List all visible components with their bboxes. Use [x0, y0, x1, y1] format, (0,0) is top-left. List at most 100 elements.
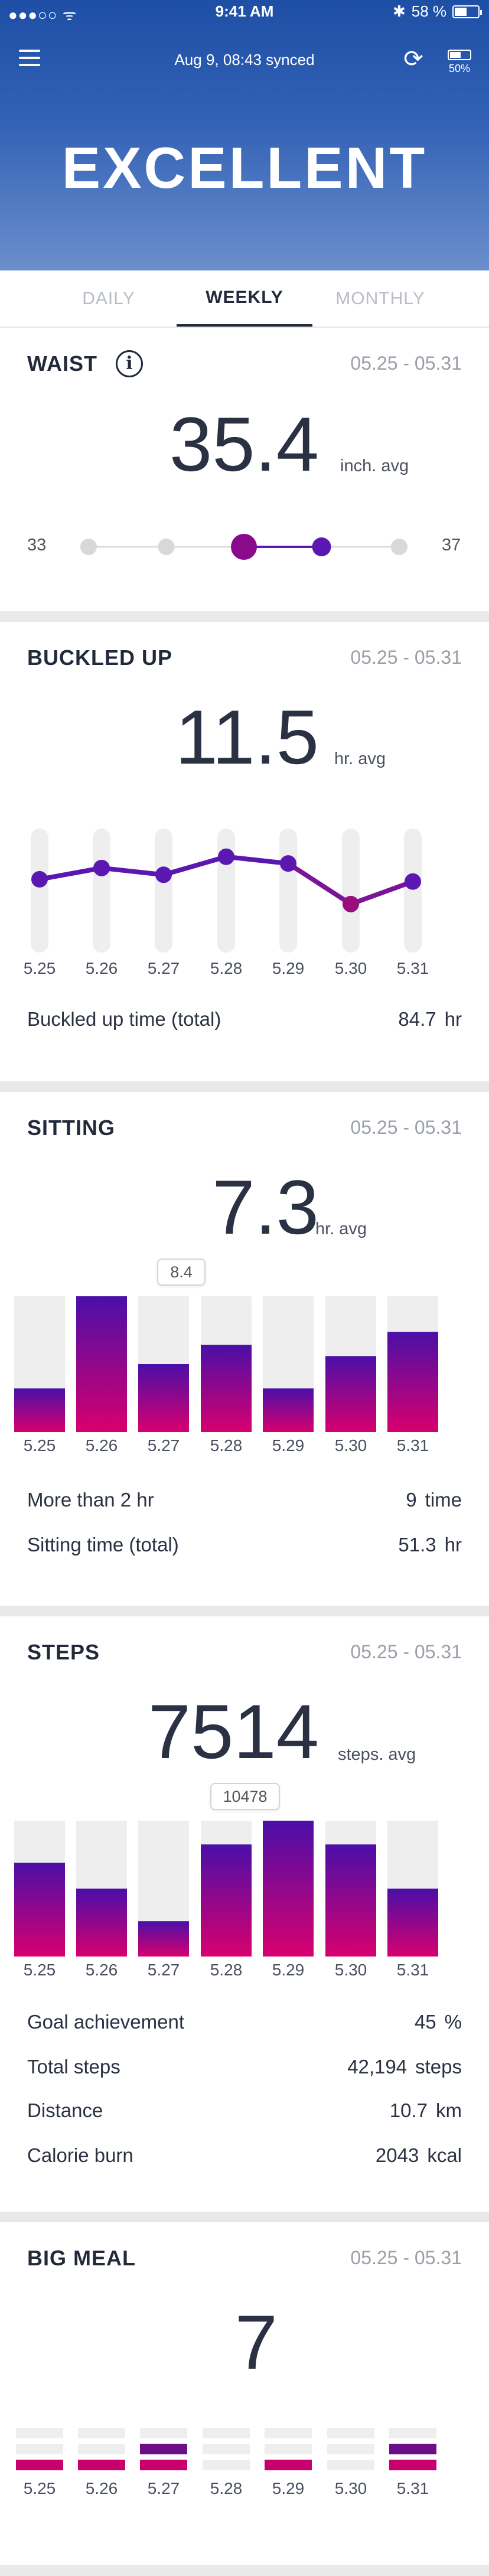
steps-bar-4 [263, 1821, 314, 1957]
bigmeal-x-label-5: 5.30 [335, 2479, 367, 2497]
steps-calorie-label: Calorie burn [27, 2144, 133, 2166]
steps-card[interactable]: STEPS 05.25 - 05.31 7514 steps. avg 1047… [0, 1616, 489, 2212]
period-tabs: DAILY WEEKLY MONTHLY [0, 270, 489, 327]
buckled-card[interactable]: BUCKLED UP 05.25 - 05.31 11.5 hr. avg 5.… [0, 622, 489, 1081]
steps-bar-2 [138, 1921, 189, 1957]
buckled-point-0 [31, 870, 48, 888]
steps-bar-1 [76, 1889, 127, 1957]
status-bar: ●●●○○ ᯤ 9:41 AM ✱ 58 % [0, 0, 489, 24]
tab-weekly[interactable]: WEEKLY [177, 270, 312, 327]
steps-total-value: 42,194 [347, 2056, 407, 2078]
buckled-x-label-5: 5.30 [335, 959, 367, 977]
buckled-x-label-1: 5.26 [86, 959, 118, 977]
waist-dot-1 [158, 539, 175, 555]
tab-monthly[interactable]: MONTHLY [312, 270, 448, 327]
steps-x-label-0: 5.25 [24, 1961, 56, 1979]
buckled-point-6 [405, 873, 421, 890]
waist-current-dot [231, 534, 257, 560]
bigmeal-x-label-4: 5.29 [272, 2479, 305, 2497]
waist-card[interactable]: WAIST i 05.25 - 05.31 35.4 inch. avg 33 … [0, 328, 489, 611]
bigmeal-card[interactable]: BIG MEAL 05.25 - 05.31 7 5.25 5.26 5.27 5.2… [0, 2222, 489, 2565]
summary-header: ●●●○○ ᯤ 9:41 AM ✱ 58 % Aug 9, 08:43 sync… [0, 0, 489, 270]
device-battery-icon [448, 50, 471, 60]
steps-x-label-5: 5.30 [335, 1961, 367, 1979]
buckled-point-3 [218, 848, 234, 865]
bigmeal-bar-chart: 5.25 5.26 5.27 5.28 5.29 5.30 5.31 [16, 2428, 436, 2497]
sitting-more-unit: time [425, 1489, 462, 1511]
buckled-line-segment-4 [286, 861, 353, 907]
buckled-point-5 [343, 895, 359, 912]
buckled-line-segment-2 [161, 854, 229, 878]
bigmeal-slot-2-2 [140, 2428, 187, 2438]
buckled-track-0 [31, 829, 48, 953]
steps-x-label-3: 5.28 [210, 1961, 243, 1979]
bigmeal-slot-3-1 [203, 2444, 250, 2454]
bigmeal-slot-1-1 [78, 2444, 125, 2454]
sitting-x-label-4: 5.29 [272, 1436, 305, 1455]
tab-daily[interactable]: DAILY [41, 270, 177, 327]
buckled-track-3 [217, 829, 235, 953]
bigmeal-slot-1-2 [78, 2428, 125, 2438]
device-battery-percent: 50% [448, 63, 471, 74]
sitting-total-unit: hr [444, 1534, 462, 1556]
bigmeal-slot-6-0 [389, 2460, 436, 2470]
buckled-x-label-6: 5.31 [397, 959, 429, 977]
steps-x-label-1: 5.26 [86, 1961, 118, 1979]
sitting-more-label: More than 2 hr [27, 1489, 154, 1511]
steps-goal-row: Goal achievement 45% [27, 2011, 462, 2034]
sitting-total-label: Sitting time (total) [27, 1534, 179, 1556]
steps-distance-label: Distance [27, 2099, 103, 2121]
battery-icon [452, 5, 482, 18]
bluetooth-icon: ✱ [392, 2, 406, 20]
battery-percent: 58 % [411, 2, 446, 20]
steps-distance-value: 10.7 [389, 2099, 428, 2121]
steps-bar-0 [14, 1863, 65, 1957]
steps-total-unit: steps [415, 2056, 462, 2078]
sitting-x-label-5: 5.30 [335, 1436, 367, 1455]
bigmeal-slot-1-0 [78, 2460, 125, 2470]
bigmeal-slot-2-1 [140, 2444, 187, 2454]
buckled-x-label-2: 5.27 [148, 959, 180, 977]
steps-calorie-unit: kcal [427, 2144, 462, 2166]
bigmeal-slot-3-2 [203, 2428, 250, 2438]
steps-x-label-4: 5.29 [272, 1961, 305, 1979]
buckled-total-unit: hr [444, 1008, 462, 1030]
buckled-track-5 [342, 829, 360, 953]
buckled-line-segment-3 [224, 854, 291, 866]
sitting-bar-5 [325, 1356, 376, 1432]
waist-dot-0 [80, 539, 97, 555]
sitting-x-label-2: 5.27 [148, 1436, 180, 1455]
steps-x-label-6: 5.31 [397, 1961, 429, 1979]
sitting-bar-0 [14, 1388, 65, 1432]
steps-calorie-value: 2043 [375, 2144, 419, 2166]
steps-x-label-2: 5.27 [148, 1961, 180, 1979]
buckled-track-6 [404, 829, 422, 953]
status-right: ✱ 58 % [392, 2, 482, 21]
waist-dot-4 [391, 539, 407, 555]
refresh-icon[interactable]: ⟳ [402, 47, 425, 71]
sitting-bar-chart: 5.25 5.26 5.27 5.28 5.29 5.30 5.31 [14, 1296, 438, 1455]
buckled-point-1 [93, 859, 110, 876]
bigmeal-x-label-0: 5.25 [24, 2479, 56, 2497]
steps-goal-unit: % [444, 2011, 462, 2033]
device-battery[interactable]: 50% [446, 50, 472, 75]
bigmeal-slot-0-0 [16, 2460, 63, 2470]
overall-status: EXCELLENT [61, 135, 428, 200]
sitting-bar-3 [201, 1345, 252, 1432]
buckled-line-segment-1 [99, 865, 166, 878]
sitting-card[interactable]: SITTING 05.25 - 05.31 7.3 hr. avg 8.4 5.… [0, 1092, 489, 1606]
bigmeal-slot-6-1 [389, 2444, 436, 2454]
sitting-more-value: 9 [406, 1489, 417, 1511]
buckled-line-segment-0 [37, 865, 104, 882]
bigmeal-x-label-6: 5.31 [397, 2479, 429, 2497]
sitting-more-row: More than 2 hr 9 time [27, 1489, 462, 1512]
bigmeal-slot-0-2 [16, 2428, 63, 2438]
buckled-total-value: 84.7 [398, 1008, 436, 1030]
steps-distance-unit: km [436, 2099, 462, 2121]
buckled-x-label-0: 5.25 [24, 959, 56, 977]
waist-end-dot [312, 537, 331, 556]
steps-total-label: Total steps [27, 2056, 120, 2078]
bigmeal-x-label-1: 5.26 [86, 2479, 118, 2497]
buckled-x-label-4: 5.29 [272, 959, 305, 977]
steps-bar-5 [325, 1844, 376, 1957]
